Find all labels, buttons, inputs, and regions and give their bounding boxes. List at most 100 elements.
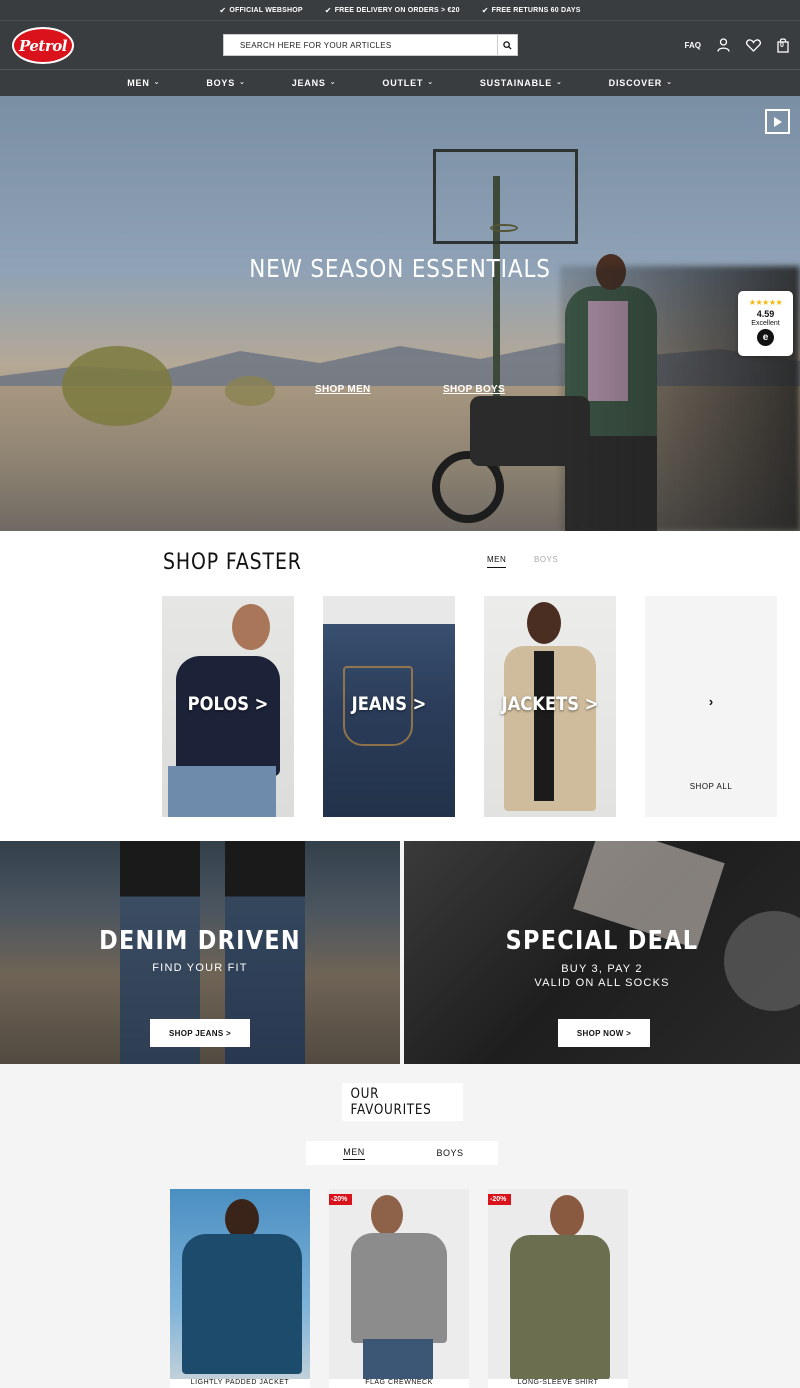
favourites-tabs: MEN BOYS [306, 1141, 498, 1165]
faq-link[interactable]: FAQ [685, 41, 701, 50]
model-jeans [168, 766, 276, 817]
nav-item-discover[interactable]: DISCOVER ⌄ [609, 78, 673, 88]
nav-item-sustainable[interactable]: SUSTAINABLE ⌄ [480, 78, 563, 88]
shop-jeans-button[interactable]: SHOP JEANS > [150, 1019, 250, 1047]
wishlist-heart-icon[interactable] [745, 37, 761, 53]
favourites-section: OUR FAVOURITES MEN BOYS LIGHTLY PADDED J… [0, 1064, 800, 1388]
rating-label: Excellent [751, 320, 780, 327]
category-card-shop-all[interactable]: › SHOP ALL [645, 596, 777, 817]
product-card[interactable]: -20% FLAG CREWNECK [329, 1189, 469, 1388]
section-title-text: OUR FAVOURITES [350, 1086, 432, 1118]
shop-men-link[interactable]: SHOP MEN [315, 384, 371, 395]
chevron-right-icon: › [708, 694, 714, 709]
model-head [371, 1195, 403, 1235]
category-card-polos[interactable]: POLOS > [162, 596, 294, 817]
promo-banner-denim[interactable]: DENIM DRIVEN FIND YOUR FIT SHOP JEANS > [0, 841, 400, 1064]
shop-faster-section: SHOP FASTER MEN BOYS POLOS > JEANS > JAC… [0, 531, 800, 841]
section-title: OUR FAVOURITES [342, 1083, 463, 1121]
tab-label: BOYS [436, 1148, 464, 1158]
category-card-jeans[interactable]: JEANS > [323, 596, 455, 817]
nav-label: JEANS [291, 78, 326, 88]
promo-banner-special-deal[interactable]: SPECIAL DEAL BUY 3, PAY 2 VALID ON ALL S… [404, 841, 800, 1064]
nav-item-boys[interactable]: BOYS ⌄ [206, 78, 245, 88]
model-sweater [351, 1233, 447, 1343]
product-name: LONG-SLEEVE SHIRT [488, 1379, 628, 1388]
model-head [527, 602, 561, 644]
shop-boys-link[interactable]: SHOP BOYS [443, 384, 505, 395]
tab-boys[interactable]: BOYS [402, 1141, 498, 1165]
check-icon: ✔ [481, 5, 489, 15]
discount-badge: -20% [488, 1194, 512, 1205]
bush-shape [62, 346, 172, 426]
site-header: Petrol FAQ 0 [0, 20, 800, 69]
shop-all-label: SHOP ALL [689, 782, 733, 791]
main-nav: MEN ⌄ BOYS ⌄ JEANS ⌄ OUTLET ⌄ SUSTAINABLE ⌄ D… [0, 69, 800, 96]
product-card[interactable]: -20% LONG-SLEEVE SHIRT [488, 1189, 628, 1388]
category-label: JEANS > [351, 693, 427, 715]
hero-banner[interactable]: NEW SEASON ESSENTIALS SHOP MEN SHOP BOYS… [0, 96, 800, 531]
nav-label: OUTLET [382, 78, 424, 88]
model-jeans [363, 1339, 433, 1384]
usp-text: FREE DELIVERY ON ORDERS > €20 [334, 6, 460, 14]
nav-item-jeans[interactable]: JEANS ⌄ [292, 78, 337, 88]
category-label: JACKETS > [501, 693, 599, 715]
promo-title: DENIM DRIVEN [99, 926, 301, 956]
nav-item-outlet[interactable]: OUTLET ⌄ [382, 78, 433, 88]
model-head [225, 1199, 259, 1239]
discount-badge: -20% [329, 1194, 353, 1205]
usp-text: FREE RETURNS 60 DAYS [491, 6, 581, 14]
section-title: SHOP FASTER [163, 550, 302, 575]
search-bar [223, 34, 518, 56]
nav-label: BOYS [206, 78, 236, 88]
chevron-down-icon: ⌄ [666, 79, 673, 86]
nav-label: SUSTAINABLE [479, 78, 552, 88]
usp-text: OFFICIAL WEBSHOP [229, 6, 303, 14]
model-polo [176, 656, 280, 776]
cart-bag-icon[interactable]: 0 [775, 37, 791, 53]
check-icon: ✔ [219, 5, 227, 15]
promo-subtitle: FIND YOUR FIT [152, 962, 248, 974]
category-card-jackets[interactable]: JACKETS > [484, 596, 616, 817]
tab-label: MEN [343, 1147, 365, 1160]
usp-item: ✔ OFFICIAL WEBSHOP [219, 6, 302, 15]
model-tshirt [534, 651, 554, 801]
chevron-down-icon: ⌄ [556, 79, 563, 86]
rating-score: 4.59 [756, 309, 775, 319]
bush-shape [225, 376, 275, 406]
tab-men[interactable]: MEN [306, 1141, 402, 1165]
nav-item-men[interactable]: MEN ⌄ [127, 78, 160, 88]
model-shirt [510, 1235, 610, 1380]
product-name: LIGHTLY PADDED JACKET [170, 1379, 310, 1388]
hoop-rim [490, 224, 518, 232]
nav-label: DISCOVER [608, 78, 663, 88]
rating-stars: ★★★★★ [748, 298, 783, 307]
brand-logo[interactable]: Petrol [12, 27, 74, 64]
nav-label: MEN [127, 78, 150, 88]
shop-now-button[interactable]: SHOP NOW > [558, 1019, 650, 1047]
promo-subtitle: BUY 3, PAY 2 [561, 963, 643, 975]
promo-subtitle: VALID ON ALL SOCKS [534, 977, 670, 989]
white-shirt [323, 596, 455, 624]
search-icon [503, 40, 512, 50]
trust-badge-icon: e [757, 329, 774, 346]
play-icon [774, 116, 782, 127]
search-button[interactable] [497, 35, 517, 55]
hero-title: NEW SEASON ESSENTIALS [249, 254, 551, 283]
model-jacket [182, 1234, 302, 1374]
account-icon[interactable] [715, 37, 731, 53]
product-name: FLAG CREWNECK [329, 1379, 469, 1388]
model-head [550, 1195, 584, 1237]
usp-bar: ✔ OFFICIAL WEBSHOP ✔ FREE DELIVERY ON ORDE… [0, 0, 800, 20]
model-head [232, 604, 270, 650]
play-video-button[interactable] [765, 109, 790, 134]
cart-count: 0 [780, 42, 784, 49]
trusted-shops-rating-widget[interactable]: ★★★★★ 4.59 Excellent e [738, 291, 793, 356]
product-card[interactable]: LIGHTLY PADDED JACKET [170, 1189, 310, 1388]
tab-boys[interactable]: BOYS [534, 555, 558, 564]
chevron-down-icon: ⌄ [427, 79, 434, 86]
header-actions: FAQ 0 [685, 37, 791, 53]
chevron-down-icon: ⌄ [329, 79, 337, 86]
search-input[interactable] [224, 35, 497, 55]
tab-men[interactable]: MEN [487, 555, 507, 568]
chevron-down-icon: ⌄ [153, 79, 161, 86]
